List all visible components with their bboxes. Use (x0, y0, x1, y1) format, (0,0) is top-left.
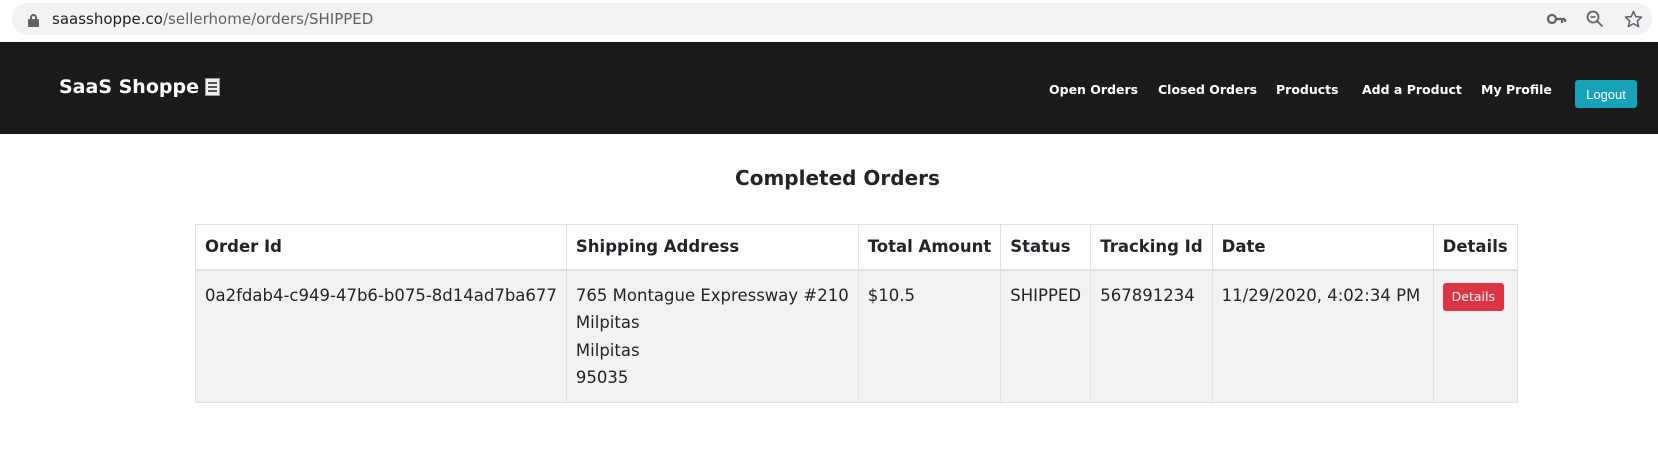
date-cell: 11/29/2020, 4:02:34 PM (1211, 269, 1434, 403)
logout-button[interactable]: Logout (1575, 80, 1637, 108)
col-details: Details (1432, 224, 1518, 270)
table-header-row: Order Id Shipping Address Total Amount S… (195, 224, 1518, 270)
order-id-cell: 0a2fdab4-c949-47b6-b075-8d14ad7ba677 (195, 269, 567, 403)
tracking-id-cell: 567891234 (1090, 269, 1213, 403)
url-domain: saasshoppe.co (52, 10, 163, 28)
brand[interactable]: SaaS Shoppe (59, 76, 220, 98)
total-amount-cell: $10.5 (857, 269, 1002, 403)
site-navbar: SaaS Shoppe Open Orders Closed Orders Pr… (0, 42, 1658, 134)
address-zip: 95035 (575, 368, 629, 387)
key-icon[interactable] (1538, 3, 1576, 35)
details-button[interactable]: Details (1442, 282, 1504, 311)
nav-add-product[interactable]: Add a Product (1362, 82, 1462, 97)
shipping-address-cell: 765 Montague Expressway #210 Milpitas Mi… (565, 269, 859, 403)
lock-icon[interactable] (28, 14, 39, 27)
address-state: Milpitas (575, 340, 640, 360)
zoom-icon[interactable] (1576, 3, 1614, 35)
col-shipping-address: Shipping Address (565, 224, 859, 270)
table-row: 0a2fdab4-c949-47b6-b075-8d14ad7ba677 765… (195, 269, 1518, 403)
nav-closed-orders[interactable]: Closed Orders (1158, 82, 1257, 97)
orders-table: Order Id Shipping Address Total Amount S… (195, 224, 1518, 403)
browser-toolbar: saasshoppe.co/sellerhome/orders/SHIPPED (0, 0, 1658, 42)
nav-my-profile[interactable]: My Profile (1481, 82, 1552, 97)
col-total-amount: Total Amount (857, 224, 1002, 270)
address-bar[interactable]: saasshoppe.co/sellerhome/orders/SHIPPED (12, 3, 1652, 35)
address-city: Milpitas (575, 313, 640, 332)
col-date: Date (1211, 224, 1434, 270)
nav-products[interactable]: Products (1276, 82, 1339, 97)
details-cell: Details (1432, 269, 1518, 403)
url-path: /sellerhome/orders/SHIPPED (162, 10, 374, 28)
status-cell: SHIPPED (1000, 269, 1092, 403)
nav-open-orders[interactable]: Open Orders (1049, 82, 1138, 97)
col-tracking-id: Tracking Id (1090, 224, 1213, 270)
brand-name: SaaS Shoppe (59, 76, 199, 98)
col-status: Status (1000, 224, 1092, 270)
url-text[interactable]: saasshoppe.co/sellerhome/orders/SHIPPED (52, 10, 373, 28)
star-icon[interactable] (1614, 3, 1652, 35)
address-street: 765 Montague Expressway #210 (575, 285, 849, 305)
page-title: Completed Orders (735, 166, 940, 190)
notepad-icon (204, 78, 220, 96)
col-order-id: Order Id (195, 224, 567, 270)
